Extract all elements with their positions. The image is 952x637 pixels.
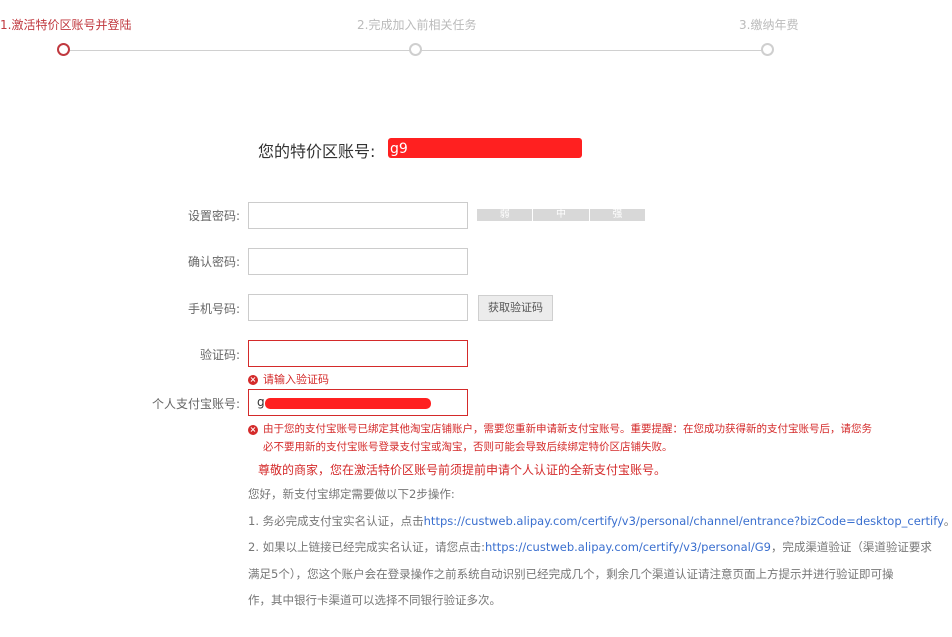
step-3-dot <box>761 43 774 56</box>
strength-strong: 强 <box>589 209 645 221</box>
code-error-text: 请输入验证码 <box>263 373 329 386</box>
notice-text: 尊敬的商家，您在激活特价区账号前须提前申请个人认证的全新支付宝账号。 <box>258 463 667 477</box>
step-1-dot <box>57 43 70 56</box>
step-3-label: 3.缴纳年费 <box>739 18 799 32</box>
phone-input[interactable] <box>248 294 468 321</box>
password-input[interactable] <box>248 202 468 229</box>
alipay-input[interactable]: g <box>248 389 468 416</box>
step1-text: 1. 务必完成支付宝实名认证，点击 <box>248 514 424 528</box>
instructions-step2: 2. 如果以上链接已经完成实名认证，请您点击:https://custweb.a… <box>248 536 932 558</box>
get-code-button[interactable]: 获取验证码 <box>478 295 553 321</box>
account-value: g9 <box>390 141 562 157</box>
alipay-error-line2: 必不要用新的支付宝账号登录支付宝或淘宝，否则可能会导致后续绑定特价区店铺失败。 <box>263 441 673 453</box>
step-2-dot <box>409 43 422 56</box>
phone-label: 手机号码: <box>187 302 240 316</box>
instructions-step2-line3: 作，其中银行卡渠道可以选择不同银行验证多次。 <box>248 593 501 607</box>
alipay-value-redacted <box>265 398 431 409</box>
account-label: 您的特价区账号: <box>258 142 376 161</box>
alipay-input-value: g <box>257 395 265 409</box>
instructions-intro: 您好，新支付宝绑定需要做以下2步操作: <box>248 487 455 501</box>
password-strength-meter: 弱 中 强 <box>477 209 645 221</box>
instructions-step2-line2: 满足5个），您这个账户会在登录操作之前系统自动识别已经完成几个，剩余几个渠道认证… <box>248 567 894 581</box>
password-label: 设置密码: <box>187 209 240 223</box>
alipay-error-line1: 由于您的支付宝账号已绑定其他淘宝店铺账户，需要您重新申请新支付宝账号。重要提醒：… <box>263 423 872 435</box>
code-input[interactable] <box>248 340 468 367</box>
confirm-password-label: 确认密码: <box>187 255 240 269</box>
step-2-label: 2.完成加入前相关任务 <box>357 18 477 32</box>
channel-verify-link[interactable]: https://custweb.alipay.com/certify/v3/pe… <box>485 540 771 554</box>
alipay-error-icon: × <box>248 425 258 435</box>
alipay-label: 个人支付宝账号: <box>151 397 240 411</box>
code-error-icon: × <box>248 375 258 385</box>
step2-suffix: ，完成渠道验证（渠道验证要求 <box>770 540 932 554</box>
confirm-password-input[interactable] <box>248 248 468 275</box>
code-label: 验证码: <box>199 348 240 362</box>
step2-text: 2. 如果以上链接已经完成实名认证，请您点击: <box>248 540 485 554</box>
strength-weak: 弱 <box>477 209 534 221</box>
certify-link[interactable]: https://custweb.alipay.com/certify/v3/pe… <box>424 514 944 528</box>
account-value-redacted: g9 <box>388 138 582 158</box>
instructions-step1: 1. 务必完成支付宝实名认证，点击https://custweb.alipay.… <box>248 510 952 532</box>
strength-medium: 中 <box>533 209 590 221</box>
step1-suffix: 。 <box>944 514 952 528</box>
step-1-label: 1.激活特价区账号并登陆 <box>0 18 132 32</box>
